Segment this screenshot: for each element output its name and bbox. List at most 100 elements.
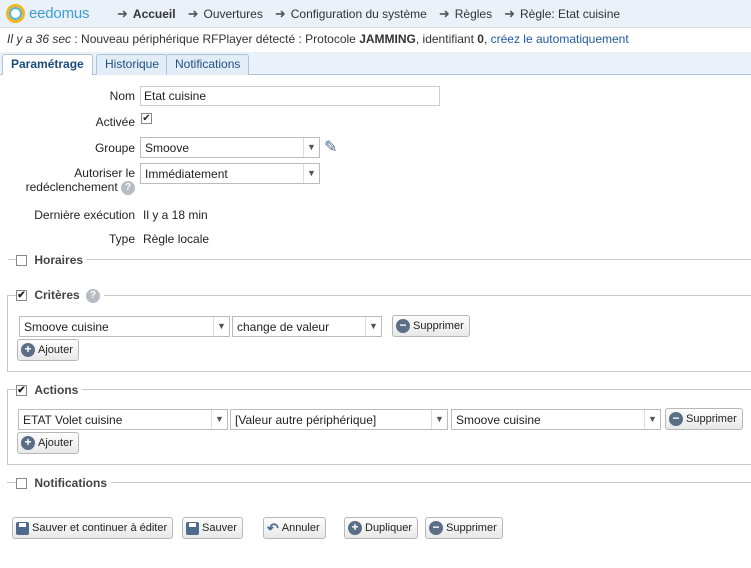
activee-label: Activée: [95, 115, 135, 129]
chevron-down-icon: ▼: [213, 317, 229, 336]
autoriser-label-line1: Autoriser le: [74, 166, 135, 180]
floppy-disk-icon: [186, 521, 199, 535]
breadcrumb-label: Ouvertures: [203, 7, 263, 21]
critere-condition-select[interactable]: change de valeur ▼: [232, 316, 382, 337]
notifications-divider: [7, 482, 751, 483]
notice-text-mid: , identifiant: [415, 32, 478, 46]
critere-delete-label: Supprimer: [413, 320, 464, 332]
edit-pencil-icon[interactable]: ✎: [324, 137, 337, 157]
derniere-execution-label: Dernière exécution: [34, 208, 135, 222]
notice-sep: ,: [483, 32, 491, 46]
notifications-section-title: Notifications: [16, 476, 112, 490]
top-bar: eedomus ➜ Accueil ➜ Ouvertures ➜ Configu…: [0, 0, 751, 28]
save-label: Sauver: [202, 522, 237, 534]
criteres-divider: [7, 295, 751, 296]
breadcrumb-item-ouvertures[interactable]: ➜ Ouvertures: [188, 6, 263, 22]
action-delete-label: Supprimer: [686, 413, 737, 425]
horaires-title-text: Horaires: [34, 253, 84, 267]
nom-label: Nom: [109, 89, 135, 103]
logo-text: eedomus: [29, 5, 90, 22]
delete-rule-label: Supprimer: [446, 522, 497, 534]
criteres-section-title: ✔ Critères ?: [16, 288, 105, 303]
tab-strip: Paramétrage Historique Notifications: [0, 52, 751, 76]
breadcrumb-item-current-rule: ➜ Règle: Etat cuisine: [504, 6, 620, 22]
critere-add-label: Ajouter: [38, 344, 73, 356]
cancel-label: Annuler: [281, 522, 320, 534]
breadcrumb-label: Règle: Etat cuisine: [520, 7, 621, 21]
actions-checkbox[interactable]: ✔: [16, 385, 27, 397]
critere-device-select[interactable]: Smoove cuisine ▼: [19, 316, 230, 337]
chevron-down-icon: ▼: [644, 410, 660, 429]
breadcrumb-item-accueil[interactable]: ➜ Accueil: [117, 6, 176, 22]
notification-banner: Il y a 36 sec : Nouveau périphérique RFP…: [0, 28, 751, 50]
autoriser-label-line2: redéclenchement ?: [8, 180, 135, 195]
logo-icon: [6, 4, 25, 23]
chevron-down-icon: ▼: [431, 410, 447, 429]
tab-notifications[interactable]: Notifications: [166, 54, 250, 75]
action-add-button[interactable]: + Ajouter: [17, 432, 79, 454]
create-automatically-link[interactable]: créez le automatiquement: [491, 32, 629, 46]
actions-title-text: Actions: [34, 383, 79, 397]
save-continue-button[interactable]: Sauver et continuer à éditer: [12, 517, 174, 539]
actions-divider: [7, 389, 751, 390]
critere-device-value: Smoove cuisine: [24, 320, 109, 334]
arrow-right-icon: ➜: [438, 6, 450, 21]
settings-panel: Nom Activée ✔ Groupe Smoove ▼ ✎ Autorise…: [0, 75, 751, 553]
criteres-title-text: Critères: [34, 288, 80, 302]
arrow-right-icon: ➜: [504, 6, 516, 21]
delete-rule-button[interactable]: − Supprimer: [425, 517, 503, 539]
action-value-value: [Valeur autre périphérique]: [235, 413, 377, 427]
horaires-section-title: Horaires: [16, 253, 88, 267]
plus-circle-icon: +: [21, 343, 35, 357]
tab-historique[interactable]: Historique: [96, 54, 169, 75]
breadcrumb-label: Règles: [454, 7, 493, 21]
action-add-label: Ajouter: [38, 437, 73, 449]
breadcrumb-item-regles[interactable]: ➜ Règles: [439, 6, 492, 22]
notice-protocol: JAMMING: [359, 32, 416, 46]
breadcrumb-label: Configuration du système: [290, 7, 427, 21]
breadcrumb-item-configuration[interactable]: ➜ Configuration du système: [275, 6, 427, 22]
action-delete-button[interactable]: − Supprimer: [665, 408, 743, 430]
action-device-select[interactable]: ETAT Volet cuisine ▼: [18, 409, 228, 430]
horaires-divider: [8, 259, 751, 260]
notice-time: Il y a 36 sec: [7, 32, 72, 46]
critere-condition-value: change de valeur: [237, 320, 330, 334]
tab-parametrage[interactable]: Paramétrage: [2, 54, 93, 76]
horaires-checkbox[interactable]: [16, 255, 27, 267]
autoriser-select[interactable]: Immédiatement ▼: [140, 163, 320, 184]
page-bottom: [0, 553, 751, 568]
arrow-right-icon: ➜: [187, 6, 199, 21]
arrow-right-icon: ➜: [117, 6, 128, 21]
notifications-checkbox[interactable]: [16, 478, 27, 490]
duplicate-label: Dupliquer: [365, 522, 413, 534]
action-device-value: ETAT Volet cuisine: [23, 413, 123, 427]
autoriser-label: Autoriser le redéclenchement ?: [8, 166, 135, 195]
plus-circle-icon: +: [21, 436, 35, 450]
notice-id: 0: [477, 32, 484, 46]
critere-delete-button[interactable]: − Supprimer: [392, 315, 470, 337]
nom-input[interactable]: [140, 86, 440, 106]
help-icon[interactable]: ?: [86, 288, 101, 303]
minus-circle-icon: −: [669, 412, 683, 426]
arrow-right-icon: ➜: [274, 6, 286, 21]
activee-checkbox[interactable]: ✔: [141, 113, 152, 124]
help-icon[interactable]: ?: [121, 180, 135, 195]
eedomus-logo[interactable]: eedomus: [6, 4, 90, 23]
action-source-select[interactable]: Smoove cuisine ▼: [451, 409, 661, 430]
minus-circle-icon: −: [429, 521, 443, 535]
groupe-label: Groupe: [94, 141, 135, 155]
undo-icon: ↶: [267, 519, 279, 536]
action-value-select[interactable]: [Valeur autre périphérique] ▼: [230, 409, 448, 430]
derniere-execution-value: Il y a 18 min: [143, 208, 208, 222]
action-source-value: Smoove cuisine: [456, 413, 541, 427]
cancel-button[interactable]: ↶ Annuler: [263, 517, 326, 539]
notifications-title-text: Notifications: [34, 476, 108, 490]
chevron-down-icon: ▼: [211, 410, 227, 429]
floppy-disk-icon: [16, 521, 29, 535]
groupe-select[interactable]: Smoove ▼: [140, 137, 320, 158]
criteres-checkbox[interactable]: ✔: [16, 290, 27, 302]
type-value: Règle locale: [143, 232, 210, 246]
duplicate-button[interactable]: + Dupliquer: [344, 517, 419, 539]
save-button[interactable]: Sauver: [182, 517, 243, 539]
critere-add-button[interactable]: + Ajouter: [17, 339, 79, 361]
